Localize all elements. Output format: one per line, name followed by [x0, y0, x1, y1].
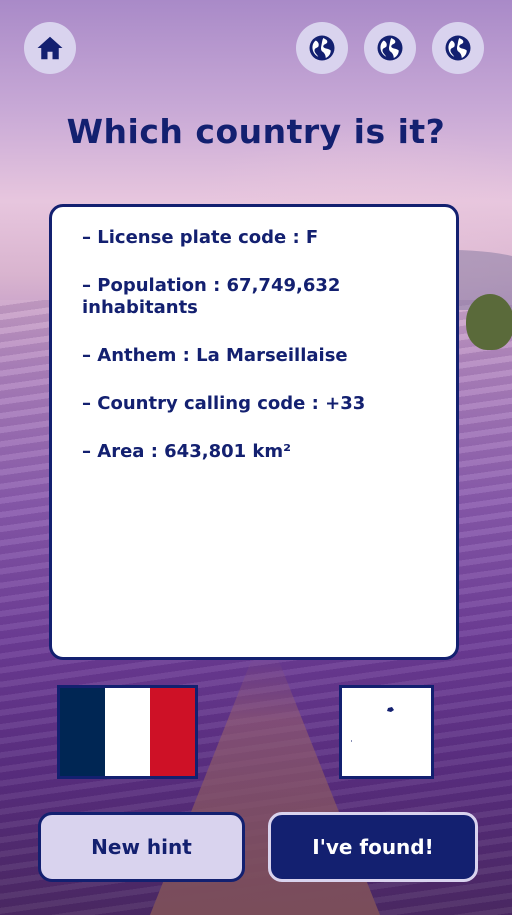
hints-card: – License plate code : F – Population : … — [49, 204, 459, 660]
hint-calling-code: – Country calling code : +33 — [82, 393, 366, 414]
hint-license-plate: – License plate code : F — [82, 227, 319, 248]
globe-button-1[interactable] — [296, 22, 348, 74]
new-hint-button[interactable]: New hint — [38, 812, 245, 882]
map-icon — [351, 707, 394, 742]
flag-of-france — [57, 685, 198, 779]
globe-icon — [309, 35, 335, 61]
found-button[interactable]: I've found! — [268, 812, 478, 882]
hint-anthem: – Anthem : La Marseillaise — [82, 345, 348, 366]
globe-button-2[interactable] — [364, 22, 416, 74]
flag-stripe-blue — [60, 688, 105, 776]
hint-area: – Area : 643,801 km² — [82, 441, 292, 462]
tree — [466, 294, 512, 350]
globe-icon — [445, 35, 471, 61]
country-map-thumbnail — [339, 685, 434, 779]
globe-button-3[interactable] — [432, 22, 484, 74]
question-title: Which country is it? — [66, 112, 446, 151]
flag-stripe-white — [105, 688, 150, 776]
home-button[interactable] — [24, 22, 76, 74]
hint-population: – Population : 67,749,632 inhabitants — [82, 275, 341, 318]
globe-icon — [377, 35, 403, 61]
flag-stripe-red — [150, 688, 195, 776]
home-icon — [37, 36, 63, 60]
